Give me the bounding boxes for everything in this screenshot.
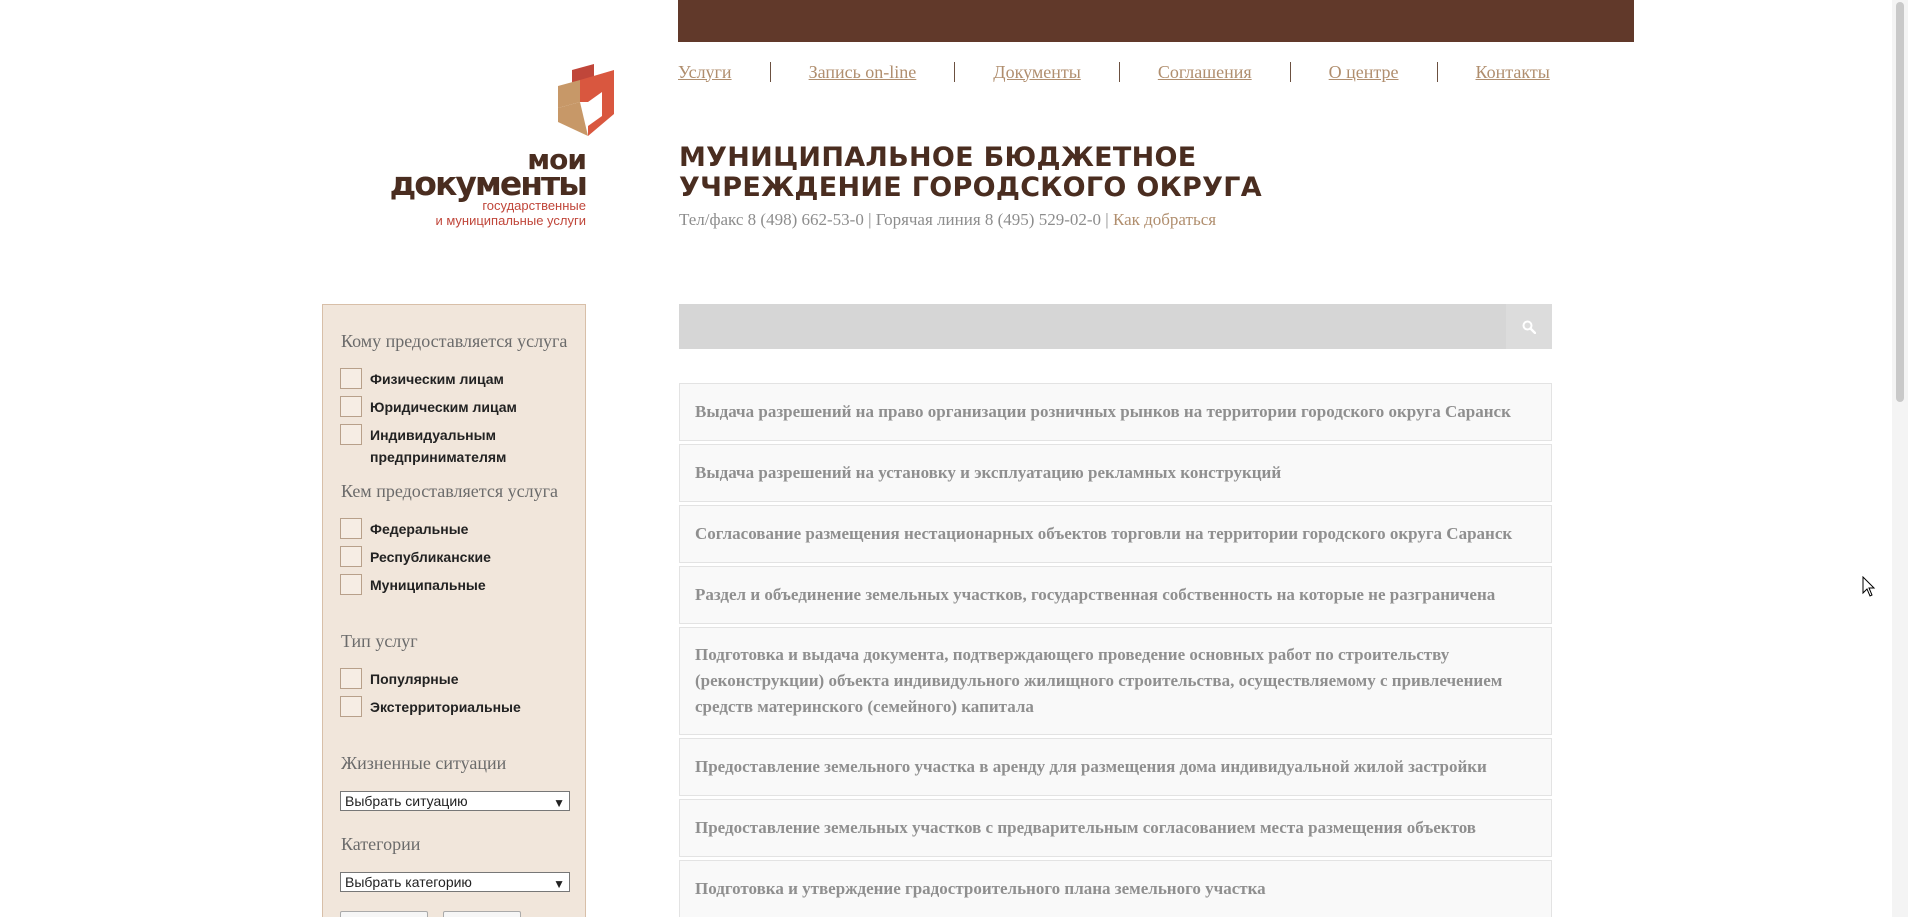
checkbox-label: Экстерриториальные [370, 699, 521, 715]
service-item[interactable]: Выдача разрешений на право организации р… [679, 383, 1552, 441]
filter-option[interactable]: Популярные [340, 668, 458, 690]
nav-item-documents[interactable]: Документы [993, 62, 1081, 83]
search-button[interactable] [1506, 304, 1552, 349]
filter-option[interactable]: Федеральные [340, 518, 468, 540]
chevron-down-icon: ▼ [553, 796, 565, 810]
situation-select[interactable]: Выбрать ситуацию ▼ [340, 791, 570, 811]
checkbox-label: Республиканские [370, 549, 491, 565]
filter-option[interactable]: Индивидуальным предпринимателям [340, 424, 520, 468]
nav-item-services[interactable]: Услуги [678, 62, 732, 83]
service-item[interactable]: Предоставление земельных участков с пред… [679, 799, 1552, 857]
nav-item-contacts[interactable]: Контакты [1476, 62, 1550, 83]
checkbox[interactable] [340, 696, 362, 717]
checkbox-label: Популярные [370, 671, 459, 687]
checkbox-label: Федеральные [370, 521, 469, 537]
category-select[interactable]: Выбрать категорию ▼ [340, 872, 570, 892]
phone-numbers: Тел/факс 8 (498) 662-53-0 | Горячая лини… [679, 210, 1109, 229]
filter-apply-button[interactable] [340, 911, 428, 917]
nav-separator [1289, 62, 1291, 82]
checkbox[interactable] [340, 546, 362, 567]
service-item[interactable]: Подготовка и выдача документа, подтвержд… [679, 627, 1552, 735]
nav-separator [769, 62, 771, 82]
filter-option[interactable]: Экстерриториальные [340, 696, 521, 718]
select-value: Выбрать категорию [345, 874, 472, 890]
filter-heading-providers: Кем предоставляется услуга [341, 481, 558, 501]
service-item[interactable]: Предоставление земельного участка в арен… [679, 738, 1552, 796]
select-value: Выбрать ситуацию [345, 793, 468, 809]
logo-text-documents: документы [389, 164, 588, 203]
checkbox-label: Индивидуальным предпринимателям [370, 427, 507, 465]
search-bar [679, 304, 1552, 349]
checkbox[interactable] [340, 518, 362, 539]
nav-item-agreements[interactable]: Соглашения [1158, 62, 1252, 83]
directions-link[interactable]: Как добраться [1113, 210, 1216, 229]
checkbox-label: Юридическим лицам [370, 399, 517, 415]
nav-separator [954, 62, 956, 82]
filter-heading-situations: Жизненные ситуации [341, 753, 507, 773]
chevron-down-icon: ▼ [553, 877, 565, 891]
filter-reset-button[interactable] [443, 911, 521, 917]
checkbox-label: Физическим лицам [370, 371, 504, 387]
nav-separator [1436, 62, 1438, 82]
checkbox[interactable] [340, 396, 362, 417]
filter-option[interactable]: Физическим лицам [340, 368, 504, 390]
mouse-cursor-icon [1862, 576, 1876, 597]
filter-option[interactable]: Республиканские [340, 546, 491, 568]
service-item[interactable]: Выдача разрешений на установку и эксплуа… [679, 444, 1552, 502]
nav-item-online-booking[interactable]: Запись on-line [809, 62, 917, 83]
search-icon [1522, 320, 1536, 334]
filter-heading-recipients: Кому предоставляется услуга [341, 331, 568, 351]
filter-option[interactable]: Муниципальные [340, 574, 486, 596]
page-title: МУНИЦИПАЛЬНОЕ БЮДЖЕТНОЕ УЧРЕЖДЕНИЕ ГОРОД… [679, 142, 1262, 203]
logo-subtitle: государственные [482, 198, 586, 213]
service-item[interactable]: Подготовка и утверждение градостроительн… [679, 860, 1552, 917]
logo-subtitle: и муниципальные услуги [435, 213, 586, 228]
scrollbar-thumb[interactable] [1896, 2, 1904, 402]
logo-mark-icon [558, 64, 614, 136]
checkbox[interactable] [340, 574, 362, 595]
service-item[interactable]: Согласование размещения нестационарных о… [679, 505, 1552, 563]
nav-separator [1118, 62, 1120, 82]
service-item[interactable]: Раздел и объединение земельных участков,… [679, 566, 1552, 624]
checkbox[interactable] [340, 668, 362, 689]
service-list: Выдача разрешений на право организации р… [679, 383, 1552, 917]
filter-heading-categories: Категории [341, 834, 421, 854]
filter-panel: Кому предоставляется услуга Физическим л… [322, 304, 586, 917]
page-scrollbar[interactable] [1892, 0, 1908, 917]
checkbox[interactable] [340, 368, 362, 389]
filter-heading-types: Тип услуг [341, 631, 418, 651]
checkbox-label: Муниципальные [370, 577, 486, 593]
top-bar [678, 0, 1634, 42]
checkbox[interactable] [340, 424, 362, 445]
main-nav: Услуги Запись on-line Документы Соглашен… [678, 60, 1550, 84]
contact-line: Тел/факс 8 (498) 662-53-0 | Горячая лини… [679, 210, 1216, 230]
nav-item-about[interactable]: О центре [1329, 62, 1399, 83]
logo[interactable]: мои документы государственные и муниципа… [388, 64, 618, 234]
search-input[interactable] [679, 304, 1506, 349]
filter-option[interactable]: Юридическим лицам [340, 396, 517, 418]
